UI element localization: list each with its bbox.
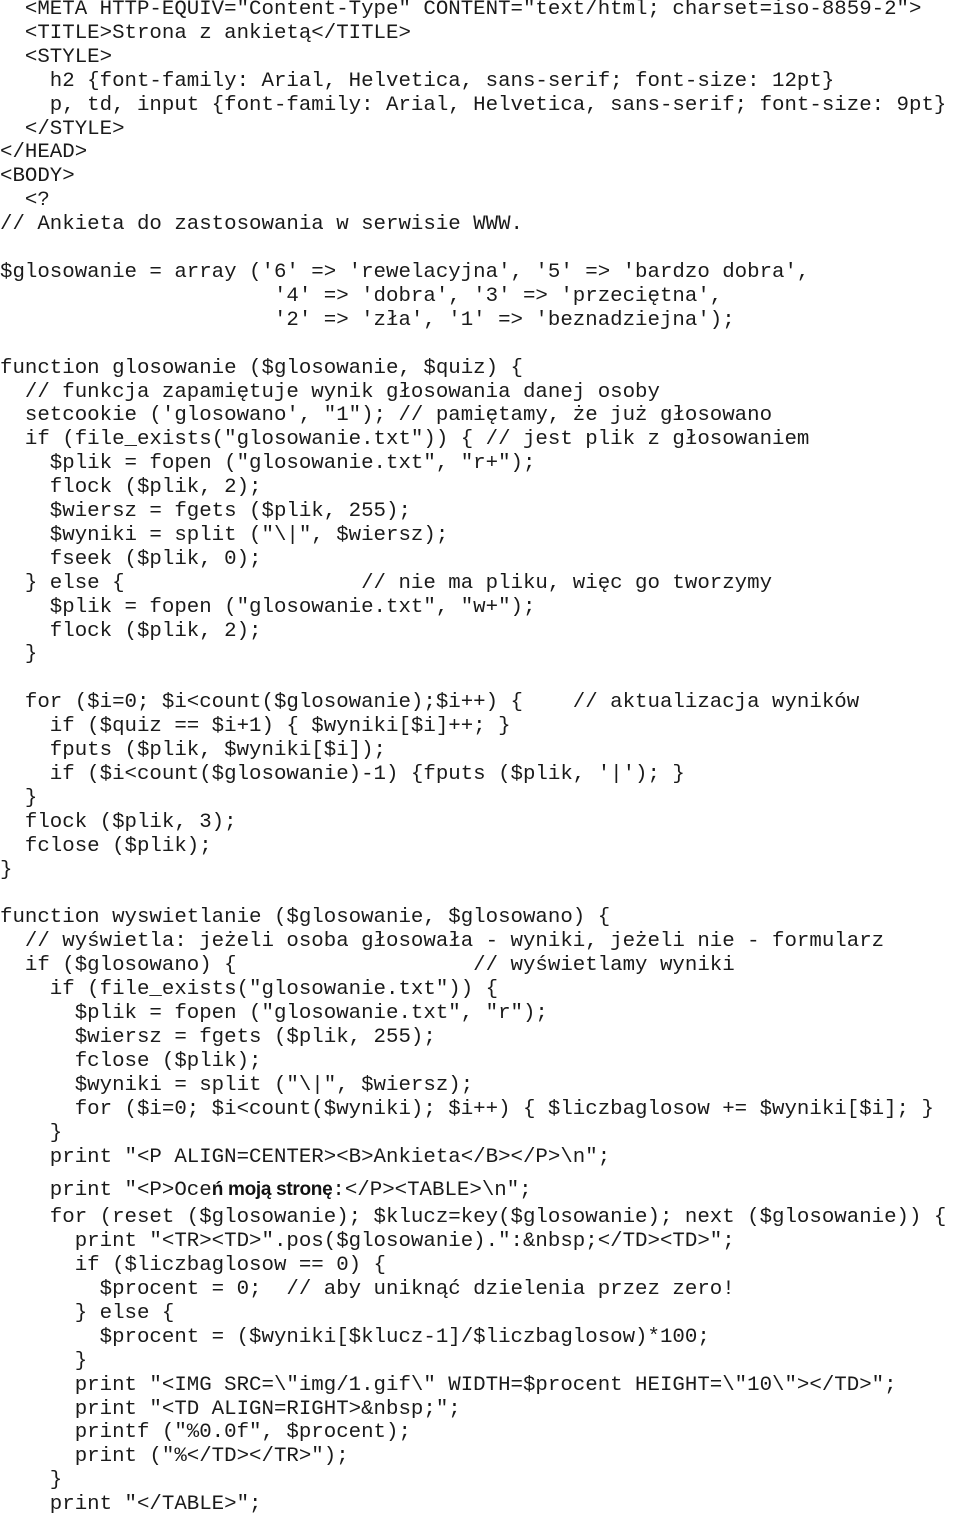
code-line: } (0, 786, 38, 810)
code-comment-line: // funkcja zapamiętuje wynik głosowania … (0, 380, 660, 404)
code-line: </STYLE> (0, 117, 125, 141)
code-line: if (file_exists("glosowanie.txt")) { // … (0, 428, 810, 452)
code-line: <META HTTP-EQUIV="Content-Type" CONTENT=… (0, 0, 922, 21)
code-line: $wiersz = fgets ($plik, 255); (0, 500, 411, 524)
function-header-line: function glosowanie ($glosowanie, $quiz)… (0, 356, 523, 380)
code-line: setcookie ('glosowano', "1"); // pamięta… (0, 404, 773, 428)
code-line: if ($i<count($glosowanie)-1) {fputs ($pl… (0, 763, 685, 786)
code-line: printf ("%0.0f", $procent); (0, 1421, 411, 1445)
code-line: $procent = ($wyniki[$klucz-1]/$liczbaglo… (0, 1325, 710, 1349)
code-line: p, td, input {font-family: Arial, Helvet… (0, 93, 947, 117)
code-line: flock ($plik, 2); (0, 619, 262, 643)
code-line: print ("%</TD></TR>"); (0, 1445, 349, 1469)
code-line: $plik = fopen ("glosowanie.txt", "r+"); (0, 452, 536, 476)
code-line: } else { // nie ma pliku, więc go tworzy… (0, 571, 773, 595)
code-line: } (0, 1349, 88, 1373)
code-line: if ($glosowano) { // wyświetlamy wyniki (0, 954, 735, 978)
code-segment-sans: ę (322, 1179, 333, 1201)
code-line: fclose ($plik); (0, 1049, 262, 1073)
code-line: } (0, 1469, 63, 1493)
code-line: } else { (0, 1301, 175, 1325)
code-line: $plik = fopen ("glosowanie.txt", "r"); (0, 1002, 548, 1026)
code-line: for ($i=0; $i<count($wyniki); $i++) { $l… (0, 1097, 934, 1121)
code-line: $plik = fopen ("glosowanie.txt", "w+"); (0, 595, 536, 619)
code-segment-sans: ń moj (211, 1179, 261, 1201)
code-line: if ($liczbaglosow == 0) { (0, 1254, 387, 1278)
code-line: if (file_exists("glosowanie.txt")) { (0, 978, 499, 1002)
code-segment-sans: ą stron (260, 1179, 323, 1201)
code-line: $wyniki = split ("\|", $wiersz); (0, 1073, 474, 1097)
code-segment: print "<P>Oce (0, 1179, 212, 1203)
code-line: $wiersz = fgets ($plik, 255); (0, 1025, 436, 1049)
code-line: <? (0, 189, 50, 213)
code-line: $wyniki = split ("\|", $wiersz); (0, 523, 449, 547)
code-line: </HEAD> (0, 141, 88, 165)
code-line: <STYLE> (0, 45, 113, 69)
code-line: print "<TR><TD>".pos($glosowanie).":&nbs… (0, 1230, 735, 1254)
code-line: fseek ($plik, 0); (0, 547, 262, 571)
code-line: for (reset ($glosowanie); $klucz=key($gl… (0, 1206, 947, 1230)
code-comment-line: // wyświetla: jeżeli osoba głosowała - w… (0, 930, 885, 954)
function-header-line: function wyswietlanie ($glosowanie, $glo… (0, 906, 611, 930)
code-line: print "<TD ALIGN=RIGHT>&nbsp;"; (0, 1397, 461, 1421)
code-line: '2' => 'zła', '1' => 'beznadziejna'); (0, 308, 735, 332)
code-line: fputs ($plik, $wyniki[$i]); (0, 739, 387, 763)
code-line: for ($i=0; $i<count($glosowanie);$i++) {… (0, 691, 860, 715)
code-line: } (0, 643, 38, 667)
code-segment: :</P><TABLE>\n"; (332, 1179, 532, 1203)
code-line: } (0, 858, 13, 882)
code-line: print "<IMG SRC=\"img/1.gif\" WIDTH=$pro… (0, 1373, 897, 1397)
code-line: flock ($plik, 2); (0, 476, 262, 500)
code-line: h2 {font-family: Arial, Helvetica, sans-… (0, 69, 835, 93)
code-line: $glosowanie = array ('6' => 'rewelacyjna… (0, 260, 810, 284)
code-line: <TITLE>Strona z ankietą</TITLE> (0, 21, 411, 45)
code-comment-line: // Ankieta do zastosowania w serwisie WW… (0, 213, 523, 237)
code-line: <BODY> (0, 165, 75, 189)
code-line: flock ($plik, 3); (0, 810, 237, 834)
code-line: '4' => 'dobra', '3' => 'przeciętna', (0, 284, 723, 308)
code-line: print "</TABLE>"; (0, 1493, 262, 1517)
code-line: fclose ($plik); (0, 834, 212, 858)
code-listing: <META HTTP-EQUIV="Content-Type" CONTENT=… (0, 0, 946, 1517)
code-line: if ($quiz == $i+1) { $wyniki[$i]++; } (0, 715, 511, 739)
code-line: print "<P ALIGN=CENTER><B>Ankieta</B></P… (0, 1145, 611, 1169)
code-line-mixed-font: print "<P>Oceń moją stronę:</P><TABLE>\n… (0, 1178, 946, 1202)
code-line: $procent = 0; // aby uniknąć dzielenia p… (0, 1278, 735, 1302)
code-line: } (0, 1121, 63, 1145)
